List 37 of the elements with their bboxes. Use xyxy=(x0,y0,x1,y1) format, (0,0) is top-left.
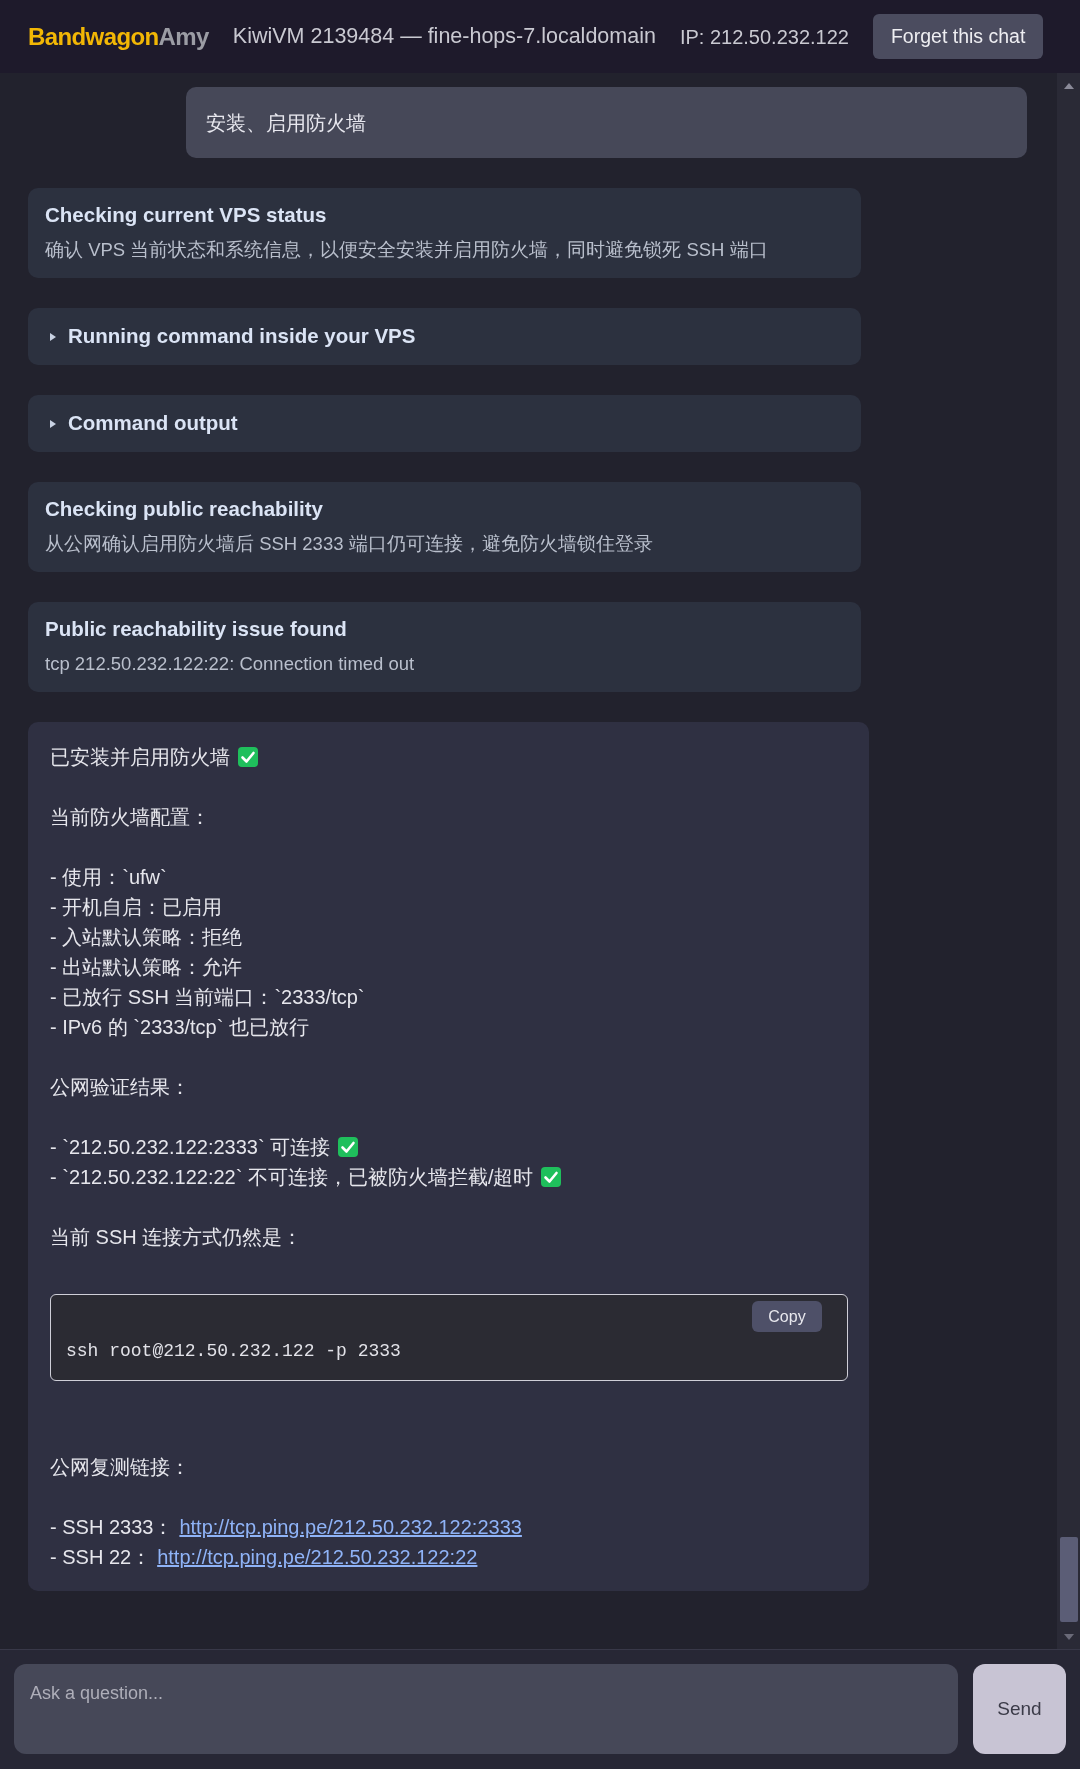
copy-button[interactable]: Copy xyxy=(752,1301,822,1332)
logo: BandwagonAmy xyxy=(28,21,209,52)
message-text: 已安装并启用防火墙 xyxy=(50,745,230,770)
scrollbar-thumb[interactable] xyxy=(1059,1537,1078,1622)
message-text: - `212.50.232.122:22` 不可连接，已被防火墙拦截/超时 xyxy=(50,1165,534,1190)
message-text: 公网验证结果： xyxy=(50,1075,190,1100)
message-text: - 入站默认策略：拒绝 xyxy=(50,925,243,950)
user-message: 安装、启用防火墙 xyxy=(186,87,1027,158)
message-text: - SSH 2333： xyxy=(50,1515,174,1540)
message-text: - 已放行 SSH 当前端口：`2333/tcp` xyxy=(50,985,365,1010)
status-detail: 确认 VPS 当前状态和系统信息，以便安全安装并启用防火墙，同时避免锁死 SSH 端口 xyxy=(45,238,769,262)
message-text: - SSH 22： xyxy=(50,1545,152,1570)
message-text: - 开机自启：已启用 xyxy=(50,895,223,920)
code-text: ssh root@212.50.232.122 -p 2333 xyxy=(66,1340,402,1363)
question-input[interactable]: Ask a question... xyxy=(14,1664,958,1754)
status-detail: tcp 212.50.232.122:22: Connection timed out xyxy=(45,652,416,676)
server-ip: IP: 212.50.232.122 xyxy=(679,24,849,50)
status-detail: 从公网确认启用防火墙后 SSH 2333 端口仍可连接，避免防火墙锁住登录 xyxy=(45,532,654,556)
message-text: 当前防火墙配置： xyxy=(50,805,210,830)
message-text: - IPv6 的 `2333/tcp` 也已放行 xyxy=(50,1015,309,1040)
message-text: 当前 SSH 连接方式仍然是： xyxy=(50,1225,303,1250)
link[interactable]: http://tcp.ping.pe/212.50.232.122:2333 xyxy=(179,1512,522,1542)
forget-chat-button[interactable]: Forget this chat xyxy=(872,14,1044,59)
send-button[interactable]: Send xyxy=(973,1664,1066,1754)
link[interactable]: http://tcp.ping.pe/212.50.232.122:22 xyxy=(157,1542,478,1572)
status-title: Checking public reachability xyxy=(45,496,324,522)
message-text: - 使用：`ufw` xyxy=(50,865,167,890)
collapsible-step[interactable]: Command output xyxy=(28,395,861,452)
scroll-down-arrow-icon[interactable] xyxy=(1063,1634,1074,1640)
message-text: - `212.50.232.122:2333` 可连接 xyxy=(50,1135,331,1160)
scroll-up-arrow-icon[interactable] xyxy=(1063,83,1074,89)
message-text: - 出站默认策略：允许 xyxy=(50,955,243,980)
status-title: Public reachability issue found xyxy=(45,616,348,642)
status-title: Checking current VPS status xyxy=(45,202,328,228)
server-name: KiwiVM 2139484 — fine-hops-7.localdomain xyxy=(232,23,656,51)
collapsible-step[interactable]: Running command inside your VPS xyxy=(28,308,861,365)
message-text: 公网复测链接： xyxy=(50,1455,190,1480)
